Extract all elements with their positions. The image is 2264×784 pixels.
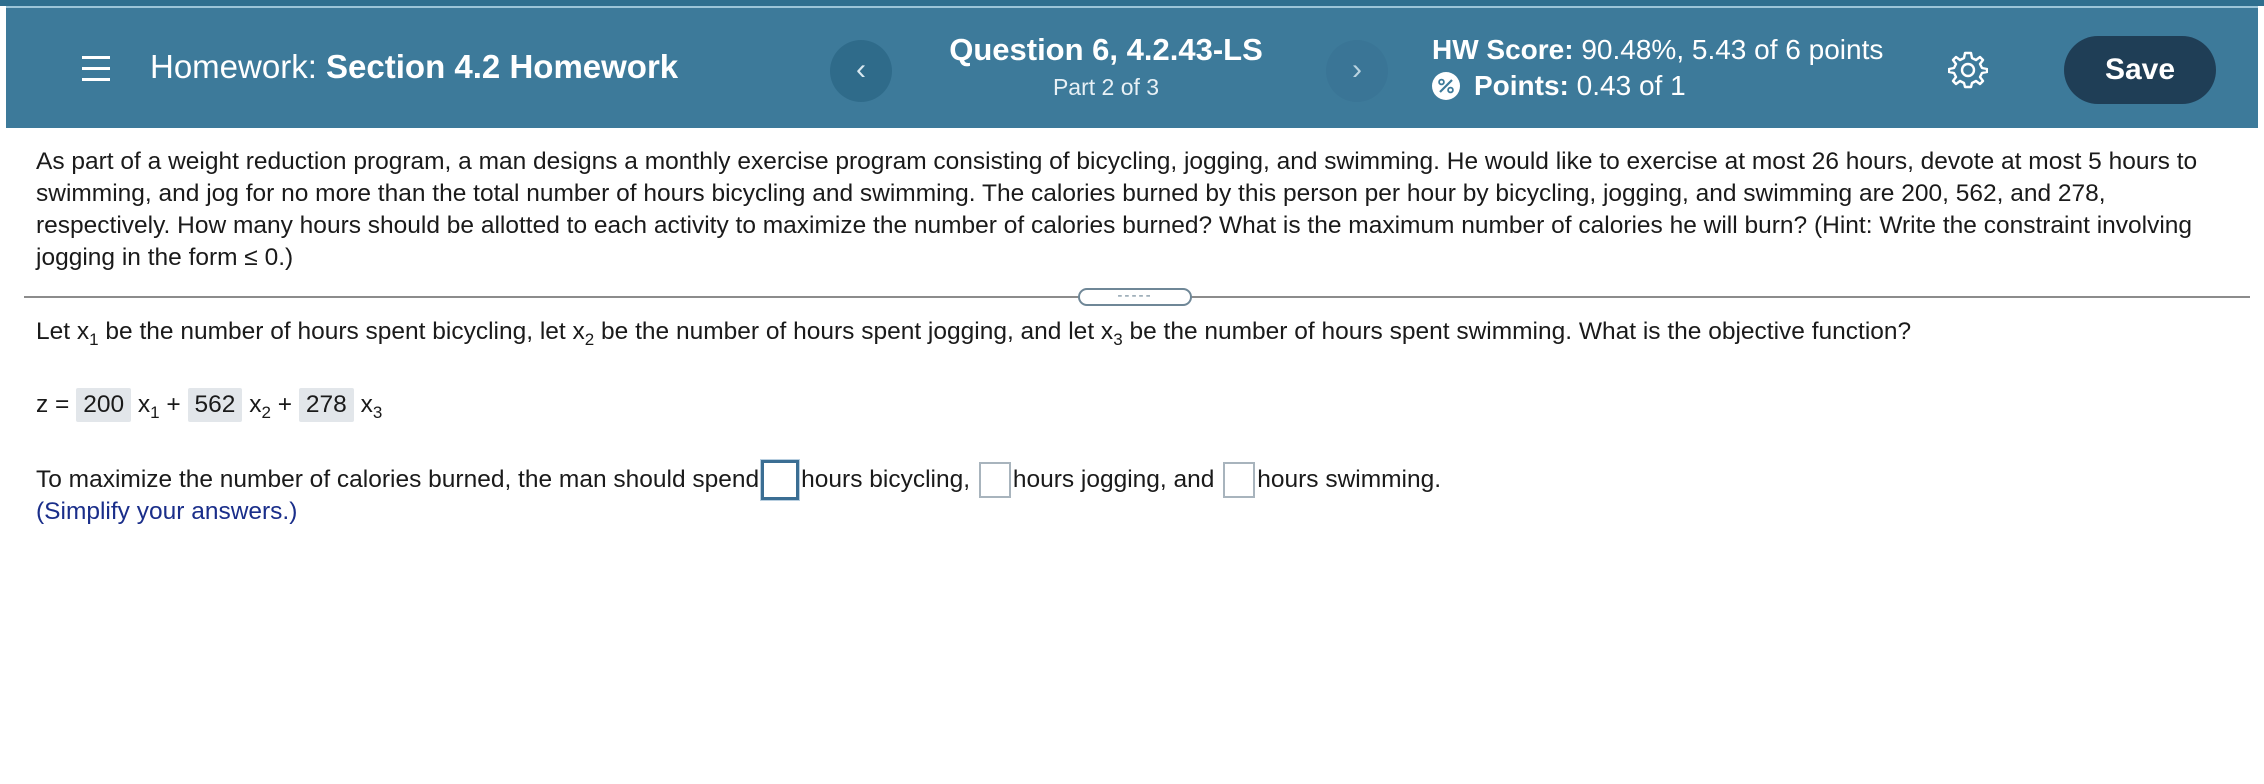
homework-title: Homework: Section 4.2 Homework	[150, 48, 678, 86]
hw-score-value: 90.48%, 5.43 of 6 points	[1581, 34, 1884, 65]
let-text-2: be the number of hours spent bicycling, …	[98, 318, 585, 345]
objective-prefix: z =	[36, 391, 70, 418]
let-text-1: Let x	[36, 318, 90, 345]
homework-label: Homework:	[150, 48, 317, 85]
maximize-after-2: hours jogging, and	[1012, 466, 1215, 493]
question-title: Question 6, 4.2.43-LS	[949, 32, 1263, 67]
subscript-2: 2	[584, 330, 595, 349]
objective-sub-3: 3	[372, 403, 383, 422]
answer-coefficient-3[interactable]: 278	[298, 388, 354, 422]
maximize-lead: To maximize the number of calories burne…	[36, 466, 760, 493]
variable-definitions: Let x1 be the number of hours spent bicy…	[36, 318, 1911, 350]
let-text-3: be the number of hours spent jogging, an…	[594, 318, 1114, 345]
objective-sub-1: 1	[150, 403, 160, 422]
subscript-1: 1	[89, 330, 99, 349]
save-button[interactable]: Save	[2064, 36, 2216, 104]
swimming-hours-input[interactable]	[1223, 462, 1256, 498]
objective-plus-1: +	[166, 391, 181, 418]
hw-score: HW Score: 90.48%, 5.43 of 6 points	[1432, 34, 1883, 66]
homework-section: Section 4.2 Homework	[326, 48, 679, 85]
answer-coefficient-1[interactable]: 200	[76, 388, 132, 422]
jogging-hours-input[interactable]	[978, 462, 1011, 498]
maximize-question: To maximize the number of calories burne…	[36, 460, 1441, 500]
points-value: 0.43 of 1	[1576, 70, 1686, 101]
next-question-button[interactable]: ›	[1326, 40, 1388, 102]
maximize-after-1: hours bicycling,	[801, 466, 971, 493]
objective-plus-2: +	[277, 391, 293, 418]
points-label: Points:	[1474, 70, 1569, 101]
settings-gear-icon[interactable]	[1947, 50, 1989, 90]
partial-credit-icon	[1432, 72, 1460, 100]
let-text-4: be the number of hours spent swimming. W…	[1122, 318, 1912, 345]
previous-question-button[interactable]: ‹	[830, 40, 892, 102]
objective-var-2: x	[249, 391, 262, 418]
hamburger-menu-icon[interactable]	[82, 56, 112, 84]
hw-score-label: HW Score:	[1432, 34, 1574, 65]
points-display: Points: 0.43 of 1	[1432, 70, 1686, 102]
simplify-hint: (Simplify your answers.)	[36, 498, 298, 525]
maximize-after-3: hours swimming.	[1257, 466, 1442, 493]
objective-var-3: x	[360, 391, 373, 418]
objective-function: z = 200 x1 + 562 x2 + 278 x3	[36, 388, 382, 423]
pane-resize-handle[interactable]: -----	[1078, 288, 1192, 306]
header-bar: Homework: Section 4.2 Homework ‹ Questio…	[6, 6, 2258, 128]
subscript-3: 3	[1113, 330, 1123, 349]
objective-sub-2: 2	[261, 403, 271, 422]
objective-var-1: x	[137, 391, 151, 418]
problem-statement: As part of a weight reduction program, a…	[36, 148, 2198, 271]
question-part: Part 2 of 3	[1052, 74, 1160, 100]
bicycling-hours-input[interactable]	[761, 460, 800, 500]
answer-coefficient-2[interactable]: 562	[187, 388, 243, 422]
